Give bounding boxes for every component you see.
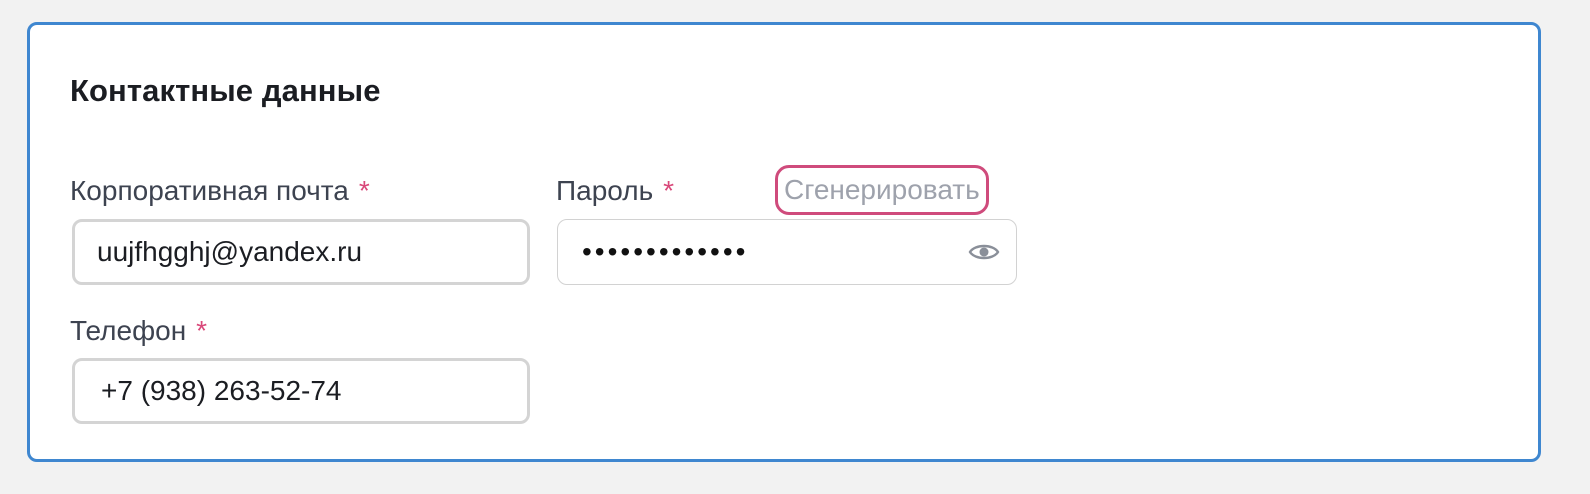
- password-label-text: Пароль: [556, 175, 654, 206]
- email-value: uujfhgghj@yandex.ru: [97, 236, 363, 267]
- phone-label-text: Телефон: [70, 315, 187, 346]
- eye-icon[interactable]: [968, 236, 1000, 268]
- section-title: Контактные данные: [70, 73, 381, 108]
- phone-value: +7 (938) 263-52-74: [101, 375, 342, 406]
- password-value: •••••••••••••: [582, 236, 749, 267]
- email-label-text: Корпоративная почта: [70, 175, 349, 206]
- phone-label: Телефон *: [70, 315, 207, 347]
- password-label: Пароль *: [556, 175, 674, 207]
- contact-data-card: Контактные данные Корпоративная почта * u…: [27, 22, 1541, 462]
- required-asterisk: *: [358, 175, 370, 206]
- generate-password-button[interactable]: Сгенерировать: [775, 165, 989, 215]
- required-asterisk: *: [663, 175, 675, 206]
- required-asterisk: *: [196, 315, 208, 346]
- email-label: Корпоративная почта *: [70, 175, 370, 207]
- email-field[interactable]: uujfhgghj@yandex.ru: [72, 219, 530, 285]
- phone-field[interactable]: +7 (938) 263-52-74: [72, 358, 530, 424]
- password-field[interactable]: •••••••••••••: [557, 219, 1017, 285]
